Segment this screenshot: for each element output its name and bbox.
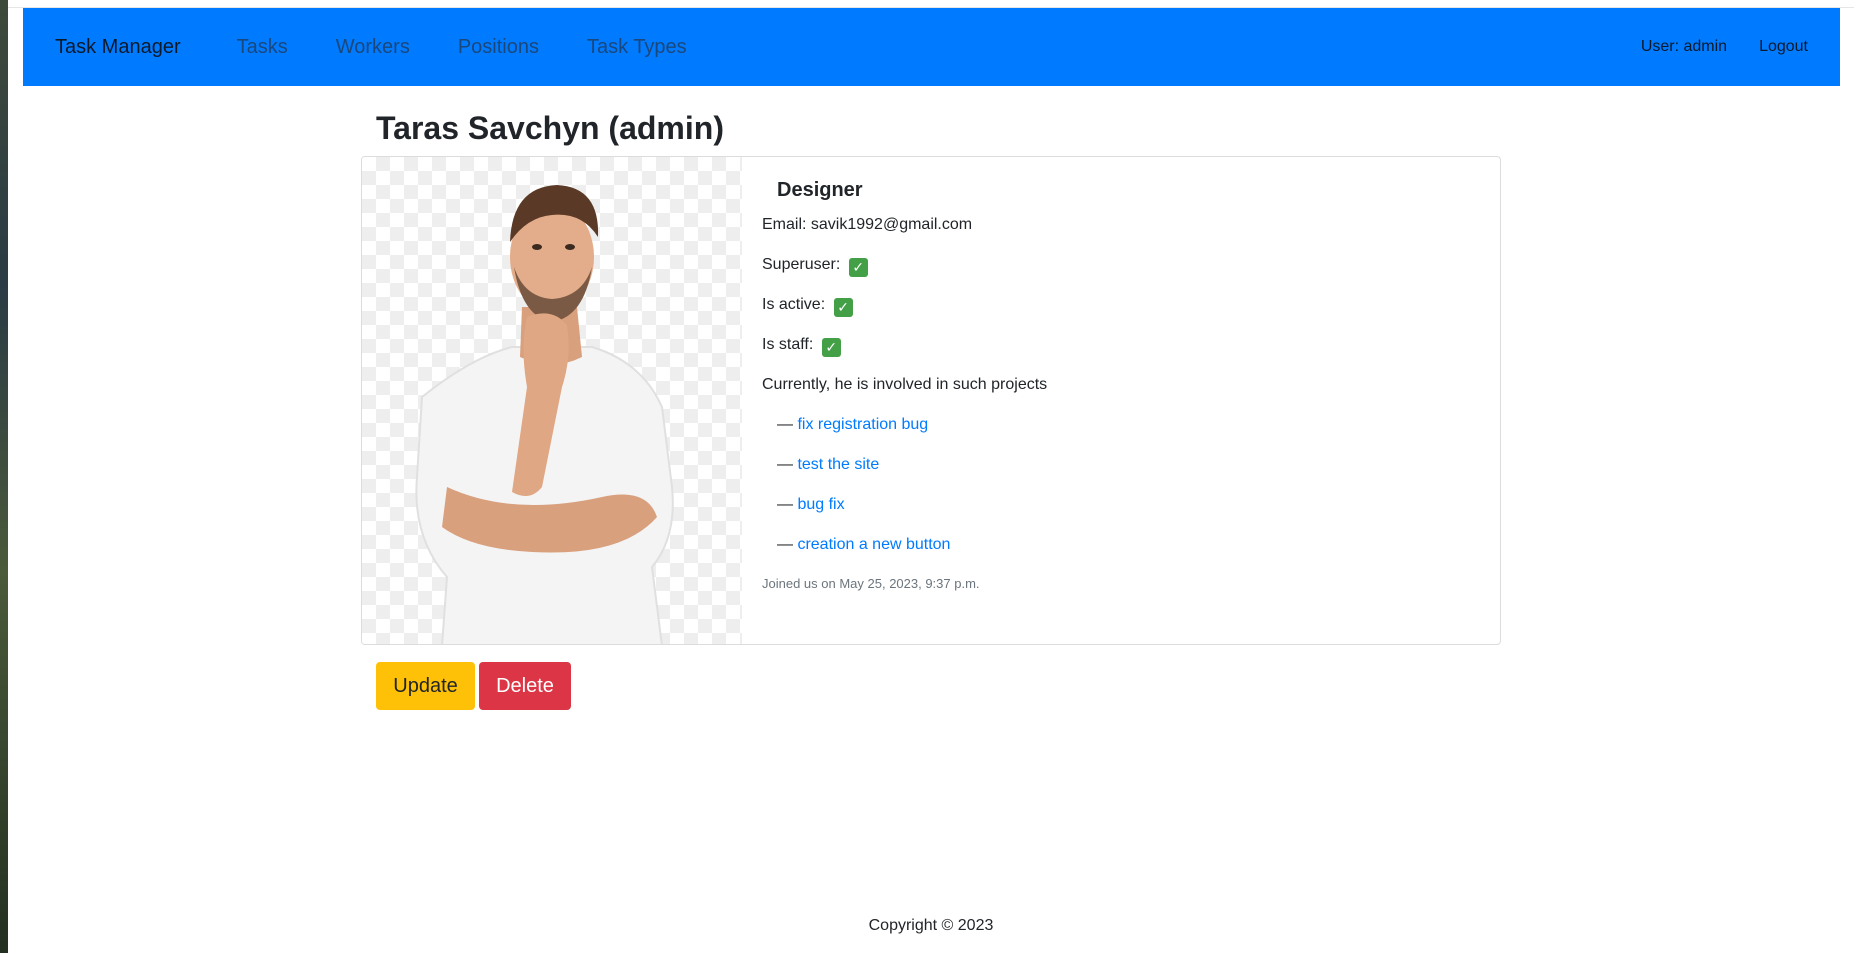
project-link[interactable]: test the site <box>797 456 879 473</box>
project-item: — test the site <box>777 456 1047 477</box>
active-label: Is active: <box>762 296 826 313</box>
nav-link-workers[interactable]: Workers <box>336 36 410 59</box>
worker-info: Designer Email: savik1992@gmail.com Supe… <box>742 157 1067 644</box>
active-line: Is active: ✓ <box>762 296 1047 317</box>
nav-link-positions[interactable]: Positions <box>458 36 539 59</box>
check-mark-icon: ✓ <box>833 298 853 317</box>
page-title: Taras Savchyn (admin) <box>376 110 724 146</box>
email-line: Email: savik1992@gmail.com <box>762 216 973 233</box>
projects-intro: Currently, he is involved in such projec… <box>762 376 1048 393</box>
nav-right: User: admin Logout <box>1641 38 1808 56</box>
check-mark-icon: ✓ <box>848 258 868 277</box>
project-link[interactable]: creation a new button <box>797 536 950 553</box>
update-button[interactable]: Update <box>376 662 475 710</box>
project-dash: — <box>777 416 793 433</box>
brand-link[interactable]: Task Manager <box>55 36 181 59</box>
project-dash: — <box>777 456 793 473</box>
project-link[interactable]: bug fix <box>797 496 844 513</box>
check-mark-icon: ✓ <box>821 338 841 357</box>
project-link[interactable]: fix registration bug <box>797 416 928 433</box>
browser-top-edge <box>8 0 1854 8</box>
footer-copyright: Copyright © 2023 <box>868 917 994 934</box>
project-dash: — <box>777 536 793 553</box>
delete-button[interactable]: Delete <box>479 662 571 710</box>
worker-portrait-image <box>415 185 674 644</box>
project-item: — creation a new button <box>777 536 1047 557</box>
navbar: Task Manager Tasks Workers Positions Tas… <box>23 8 1840 86</box>
current-user-label: User: admin <box>1640 38 1728 55</box>
logout-link[interactable]: Logout <box>1759 38 1808 56</box>
position-title: Designer <box>777 179 863 201</box>
project-item: — fix registration bug <box>777 416 1047 437</box>
project-item: — bug fix <box>777 496 1047 517</box>
joined-date: Joined us on May 25, 2023, 9:37 p.m. <box>762 576 980 591</box>
nav-links: Tasks Workers Positions Task Types <box>237 36 735 59</box>
superuser-label: Superuser: <box>762 256 841 273</box>
staff-label: Is staff: <box>762 336 814 353</box>
project-dash: — <box>777 496 793 513</box>
worker-card: Designer Email: savik1992@gmail.com Supe… <box>361 156 1501 645</box>
desktop-background <box>0 0 8 953</box>
worker-photo <box>362 157 742 644</box>
nav-link-task-types[interactable]: Task Types <box>587 36 687 59</box>
nav-link-tasks[interactable]: Tasks <box>237 36 288 59</box>
staff-line: Is staff: ✓ <box>762 336 1047 357</box>
superuser-line: Superuser: ✓ <box>762 256 1047 277</box>
